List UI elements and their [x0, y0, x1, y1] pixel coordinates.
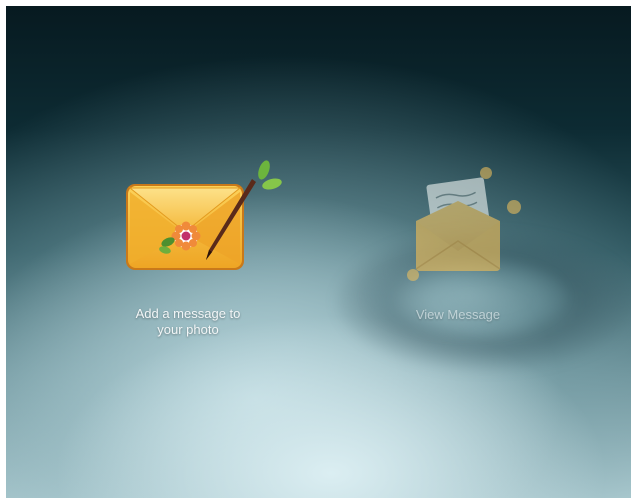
- view-message-option[interactable]: View Message: [358, 161, 558, 361]
- open-envelope-letter-icon: [358, 161, 558, 281]
- envelope-pen-icon: [88, 156, 288, 276]
- add-message-label: Add a message to your photo: [135, 306, 241, 337]
- view-message-label: View Message: [415, 307, 501, 322]
- add-message-option[interactable]: Add a message to your photo: [88, 156, 288, 356]
- photo-frame-screen: Add a message to your photo View Message: [6, 6, 631, 498]
